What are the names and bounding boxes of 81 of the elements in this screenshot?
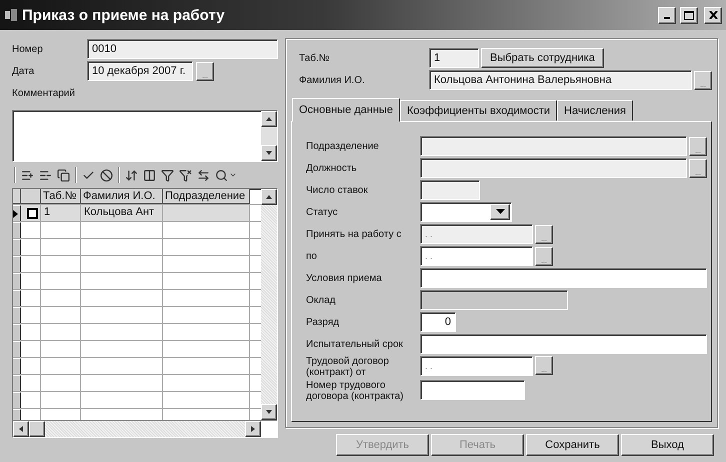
date-field[interactable]: 10 декабря 2007 г. — [87, 61, 193, 81]
input-field[interactable] — [420, 180, 480, 200]
scrollbar[interactable] — [261, 111, 277, 161]
field-label: Оклад — [306, 294, 336, 306]
field-label: Должность — [306, 162, 358, 174]
clear-filter-icon[interactable] — [179, 168, 192, 182]
input-field[interactable]: Кольцова Антонина Валерьяновна — [429, 70, 692, 90]
input-field[interactable] — [420, 380, 525, 400]
date-field[interactable]: . . — [420, 356, 533, 376]
maximize-button[interactable] — [680, 6, 698, 24]
field-label: Номер трудового договора (контракта) — [306, 380, 404, 402]
table-cell: Кольцова Ант — [81, 205, 163, 221]
copy-icon[interactable] — [57, 168, 70, 182]
input-field[interactable]: 1 — [429, 48, 479, 68]
window-title: Приказ о приеме на работу — [22, 6, 226, 24]
column-header[interactable]: Фамилия И.О. — [81, 189, 163, 204]
close-button[interactable] — [704, 6, 722, 24]
sort-icon[interactable] — [125, 168, 138, 182]
table-cell: 1 — [41, 205, 81, 221]
field-label: Статус — [306, 206, 339, 218]
field-label: Фамилия И.О. — [299, 74, 366, 86]
filter-icon[interactable] — [161, 168, 174, 182]
select-employee-button[interactable]: Выбрать сотрудника — [481, 48, 604, 68]
column-header[interactable]: Подразделение — [163, 189, 250, 204]
maximize-icon — [684, 10, 694, 20]
input-field[interactable]: 0010 — [87, 39, 278, 59]
field-label: Трудовой договор (контракт) от — [306, 356, 390, 378]
minimize-button[interactable] — [658, 6, 676, 24]
arrow-left-icon — [17, 425, 25, 433]
scroll-up-button[interactable] — [261, 111, 277, 127]
scroll-up-button[interactable] — [261, 189, 277, 205]
arrow-down-icon — [265, 149, 273, 157]
field-label: Дата — [12, 66, 36, 76]
app-icon — [4, 8, 18, 22]
scroll-down-button[interactable] — [261, 145, 277, 161]
input-field[interactable] — [420, 334, 707, 354]
tab[interactable]: Начисления — [557, 100, 633, 121]
field-label: Условия приема — [306, 272, 383, 284]
search-icon[interactable] — [215, 168, 228, 182]
field-label: Разряд — [306, 316, 340, 328]
field-label: Подразделение — [306, 140, 380, 152]
dialog-button[interactable]: Выход — [621, 434, 714, 456]
swap-icon[interactable] — [197, 168, 210, 182]
scrollbar[interactable] — [13, 420, 277, 437]
delete-row-icon[interactable] — [39, 168, 52, 182]
scroll-down-button[interactable] — [261, 404, 277, 420]
insert-row-icon[interactable] — [21, 168, 34, 182]
comment-field[interactable] — [12, 110, 278, 162]
field-label: Число ставок — [306, 184, 369, 196]
field-label: Таб.№ — [299, 52, 330, 64]
check-icon[interactable] — [82, 168, 95, 182]
dropdown-button[interactable] — [490, 204, 510, 220]
columns-icon[interactable] — [143, 168, 156, 182]
dropdown-field[interactable] — [420, 202, 512, 222]
current-row-icon — [13, 210, 18, 218]
field-label: Комментарий — [12, 88, 75, 98]
number-field[interactable]: 0 — [420, 312, 456, 332]
input-field[interactable] — [420, 268, 707, 288]
arrow-down-icon — [265, 408, 273, 416]
date-field[interactable]: . . — [420, 246, 533, 266]
close-icon — [708, 11, 718, 19]
scroll-right-button[interactable] — [245, 421, 261, 437]
dialog-button[interactable]: Сохранить — [526, 434, 619, 456]
scroll-left-button[interactable] — [13, 421, 29, 437]
caret-icon[interactable] — [229, 171, 237, 179]
cancel-icon[interactable] — [100, 168, 113, 182]
caret-icon — [496, 209, 504, 215]
field-label: Принять на работу с — [306, 228, 402, 240]
field-label: Испытательный срок — [306, 338, 404, 350]
tab[interactable]: Коэффициенты входимости — [400, 100, 558, 121]
arrow-up-icon — [265, 193, 273, 201]
field-label: по — [306, 250, 318, 262]
arrow-up-icon — [265, 115, 273, 123]
tab[interactable]: Основные данные — [292, 98, 400, 122]
input-field[interactable] — [420, 136, 687, 156]
scroll-thumb[interactable] — [29, 421, 45, 437]
column-header[interactable]: Таб.№ — [41, 189, 81, 204]
input-field[interactable] — [420, 158, 687, 178]
checkbox[interactable] — [27, 208, 38, 219]
arrow-right-icon — [249, 425, 257, 433]
field-label: Номер — [12, 44, 44, 54]
